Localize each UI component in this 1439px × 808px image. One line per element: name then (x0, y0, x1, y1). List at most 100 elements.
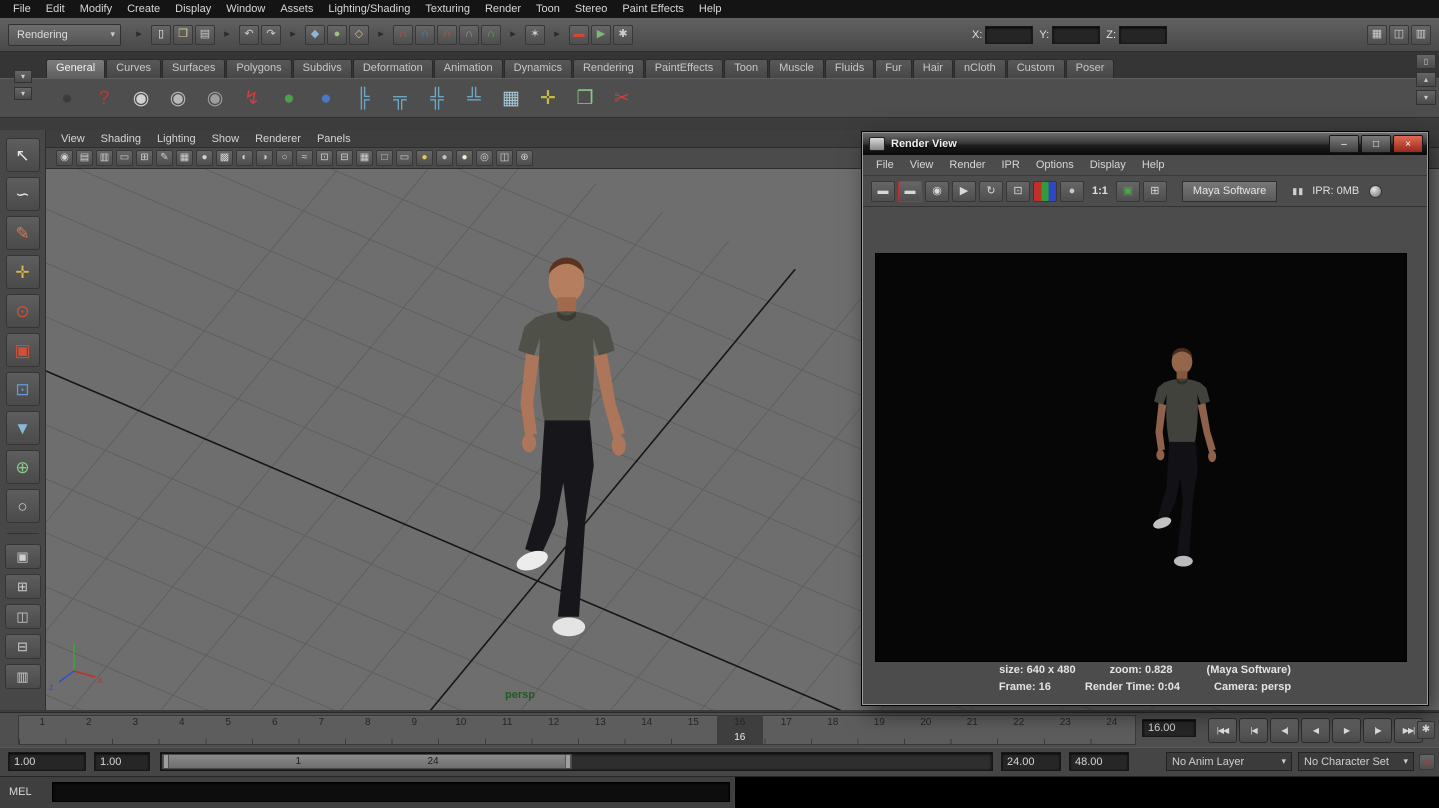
shelf-cut-faces-icon[interactable]: ✂ (607, 83, 637, 113)
shelf-menu-button[interactable]: ▾ (14, 87, 32, 100)
range-slider-track[interactable]: 1 24 (160, 752, 993, 771)
frame-number[interactable]: 24 (1089, 717, 1136, 728)
frame-number[interactable]: 4 (159, 717, 206, 728)
menu-item[interactable]: Display (168, 2, 218, 16)
go-to-start-button[interactable]: |◀◀ (1208, 718, 1237, 743)
image-plane-icon[interactable]: ▭ (116, 150, 133, 166)
select-camera-icon[interactable]: ◉ (56, 150, 73, 166)
playback-start-field[interactable] (8, 752, 86, 771)
shelf-tab[interactable]: Rendering (573, 59, 644, 78)
shelf-tab[interactable]: Dynamics (504, 59, 572, 78)
rotate-tool-icon[interactable]: ⊙ (6, 294, 40, 328)
shelf-help-icon[interactable]: ? (89, 83, 119, 113)
render-view-menu-item[interactable]: View (903, 159, 941, 171)
frame-number[interactable]: 15 (670, 717, 717, 728)
open-render-settings-button[interactable]: ▣ (1116, 181, 1140, 202)
snap-to-point-icon[interactable]: ∩ (437, 25, 457, 45)
two-pane-stacked-layout-button[interactable]: ⊟ (5, 634, 41, 659)
open-scene-icon[interactable]: ❒ (173, 25, 193, 45)
renderer-dropdown[interactable]: Maya Software (1182, 181, 1277, 202)
soft-modification-tool-icon[interactable]: ▼ (6, 411, 40, 445)
frame-number[interactable]: 1 (19, 717, 66, 728)
shelf-tab[interactable]: General (46, 59, 105, 78)
menu-item[interactable]: Edit (39, 2, 72, 16)
two-pane-side-layout-button[interactable]: ◫ (5, 604, 41, 629)
textured-icon[interactable]: ▩ (216, 150, 233, 166)
menu-item[interactable]: Help (692, 2, 729, 16)
shelf-create-camera-aim-icon[interactable]: ◉ (163, 83, 193, 113)
last-tool-icon[interactable]: ○ (6, 489, 40, 523)
command-language-label[interactable]: MEL (9, 786, 32, 798)
shelf-motion-trail-icon[interactable]: ● (52, 83, 82, 113)
menu-item[interactable]: Texturing (418, 2, 477, 16)
current-time-field[interactable] (1142, 719, 1196, 737)
frame-number[interactable]: 18 (810, 717, 857, 728)
render-view-menu-item[interactable]: Options (1029, 159, 1081, 171)
frame-number[interactable]: 16 (717, 717, 764, 728)
step-forward-key-button[interactable]: |▶ (1363, 718, 1392, 743)
shadows-icon[interactable]: ◑ (256, 150, 273, 166)
shelf-tab[interactable]: Surfaces (162, 59, 225, 78)
shelf-tab[interactable]: Polygons (226, 59, 291, 78)
menu-item[interactable]: Toon (529, 2, 567, 16)
use-all-lights-icon[interactable]: ◐ (236, 150, 253, 166)
shelf-tab[interactable]: Curves (106, 59, 161, 78)
joints-icon[interactable]: ⊕ (516, 150, 533, 166)
shelf-tab[interactable]: Deformation (353, 59, 433, 78)
panel-menu-item[interactable]: Shading (94, 133, 148, 145)
snap-to-curve-icon[interactable]: ∩ (415, 25, 435, 45)
shelf-tab[interactable]: Animation (434, 59, 503, 78)
render-settings-icon[interactable]: ✱ (613, 25, 633, 45)
construction-history-icon[interactable]: ✶ (525, 25, 545, 45)
frame-number[interactable]: 22 (996, 717, 1043, 728)
frame-number[interactable]: 8 (345, 717, 392, 728)
animation-end-field[interactable] (1069, 752, 1129, 771)
toggle-channel-box-icon[interactable]: ▥ (1411, 25, 1431, 45)
menu-item[interactable]: File (6, 2, 38, 16)
zoom-ratio-button[interactable]: 1:1 (1087, 183, 1113, 199)
frame-number[interactable]: 5 (205, 717, 252, 728)
shelf-shading-group-icon[interactable]: ╦ (385, 83, 415, 113)
frame-number[interactable]: 17 (763, 717, 810, 728)
frame-number[interactable]: 9 (391, 717, 438, 728)
safe-action-icon[interactable]: □ (376, 150, 393, 166)
shelf-scroll-up-button[interactable]: ▴ (1416, 72, 1436, 87)
select-by-object-icon[interactable]: ● (327, 25, 347, 45)
menu-set-dropdown[interactable]: Rendering ▾ (8, 24, 121, 46)
panel-menu-item[interactable]: Panels (310, 133, 358, 145)
make-live-icon[interactable]: ∩ (481, 25, 501, 45)
auto-keyframe-toggle[interactable]: ● (1419, 754, 1435, 770)
render-region-button[interactable]: ⊡ (1006, 181, 1030, 202)
animation-start-field[interactable] (94, 752, 150, 771)
playback-range-bar[interactable]: 1 24 (162, 754, 572, 769)
shelf-uv-editor-icon[interactable]: ▦ (496, 83, 526, 113)
frame-number[interactable]: 11 (484, 717, 531, 728)
panel-menu-item[interactable]: Lighting (150, 133, 203, 145)
resolution-gate-icon[interactable]: ⊡ (316, 150, 333, 166)
ipr-render-button[interactable]: ▶ (952, 181, 976, 202)
minimize-button[interactable]: – (1329, 135, 1359, 153)
frame-number[interactable]: 19 (856, 717, 903, 728)
shelf-pivot-icon[interactable]: ✛ (533, 83, 563, 113)
panel-menu-item[interactable]: Show (205, 133, 247, 145)
four-pane-layout-button[interactable]: ⊞ (5, 574, 41, 599)
snapshot-button[interactable]: ◉ (925, 181, 949, 202)
maximize-button[interactable]: □ (1361, 135, 1391, 153)
save-scene-icon[interactable]: ▤ (195, 25, 215, 45)
keep-image-button[interactable]: ⊞ (1143, 181, 1167, 202)
motion-blur-icon[interactable]: ≈ (296, 150, 313, 166)
close-button[interactable]: × (1393, 135, 1423, 153)
display-alpha-button[interactable]: ● (1060, 181, 1084, 202)
shelf-tab[interactable]: Subdivs (293, 59, 352, 78)
group-collapse-arrow-icon[interactable]: ▸ (371, 25, 391, 45)
anim-layer-dropdown[interactable]: No Anim Layer ▾ (1166, 752, 1292, 771)
move-tool-icon[interactable]: ✛ (6, 255, 40, 289)
animation-preferences-button[interactable]: ✱ (1417, 721, 1435, 739)
time-slider-track[interactable]: 16 1234567891011121314151617181920212223… (18, 715, 1136, 745)
frame-number[interactable]: 7 (298, 717, 345, 728)
undo-icon[interactable]: ↶ (239, 25, 259, 45)
render-view-menu-item[interactable]: Display (1083, 159, 1133, 171)
grease-pencil-icon[interactable]: ✎ (156, 150, 173, 166)
frame-number[interactable]: 13 (577, 717, 624, 728)
snap-to-grid-icon[interactable]: ∩ (393, 25, 413, 45)
